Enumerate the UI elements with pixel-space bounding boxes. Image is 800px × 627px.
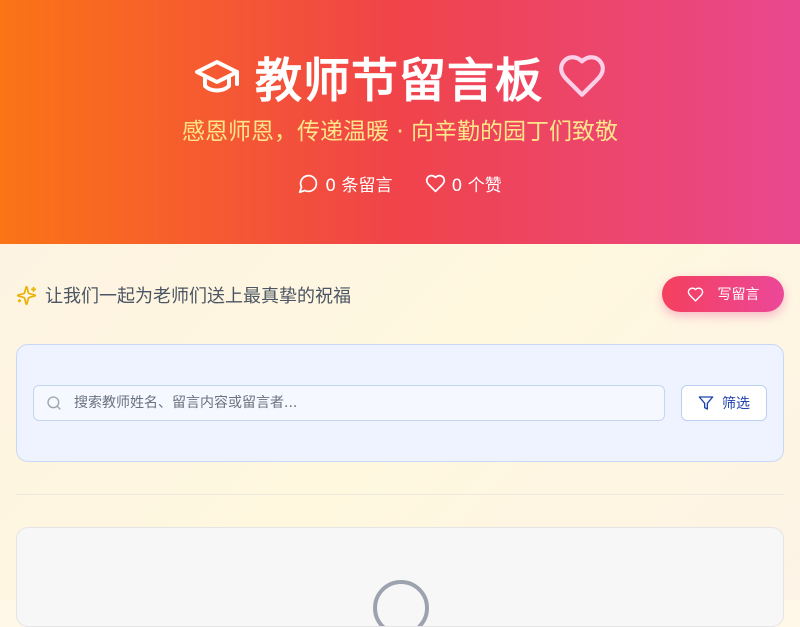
heart-icon bbox=[687, 286, 703, 302]
search-panel: 筛选 bbox=[16, 344, 784, 462]
write-message-button[interactable]: 写留言 bbox=[662, 276, 784, 312]
main-content: 让我们一起为老师们送上最真挚的祝福 写留言 筛选 bbox=[0, 244, 800, 627]
tagline-text: 让我们一起为老师们送上最真挚的祝福 bbox=[45, 286, 351, 307]
heart-icon bbox=[559, 55, 605, 97]
filter-label: 筛选 bbox=[722, 396, 750, 412]
heart-icon bbox=[425, 174, 445, 192]
stats-bar: 0 条留言 0 个赞 bbox=[0, 170, 800, 196]
message-count-label: 0 条留言 bbox=[325, 175, 393, 196]
hero-banner: 教师节留言板 感恩师恩，传递温暖 · 向辛勤的园丁们致敬 0 条留言 0 个赞 bbox=[0, 0, 800, 244]
page-subtitle: 感恩师恩，传递温暖 · 向辛勤的园丁们致敬 bbox=[182, 119, 618, 145]
search-field[interactable] bbox=[33, 385, 665, 421]
message-count: 0 条留言 bbox=[298, 171, 393, 196]
message-circle-icon bbox=[373, 580, 429, 626]
section-divider bbox=[16, 494, 784, 495]
message-circle-icon bbox=[299, 174, 318, 193]
filter-button[interactable]: 筛选 bbox=[681, 385, 767, 421]
sparkles-icon bbox=[16, 285, 37, 305]
message-list-empty-state bbox=[16, 527, 784, 627]
write-message-label: 写留言 bbox=[717, 287, 760, 303]
title-row: 教师节留言板 bbox=[0, 42, 800, 110]
like-count-label: 0 个赞 bbox=[451, 175, 502, 196]
like-count: 0 个赞 bbox=[425, 171, 502, 196]
graduation-cap-icon bbox=[195, 60, 239, 93]
page-title: 教师节留言板 bbox=[255, 53, 543, 109]
search-icon bbox=[47, 396, 61, 410]
filter-icon bbox=[698, 396, 714, 410]
search-input[interactable] bbox=[74, 395, 654, 411]
tagline: 让我们一起为老师们送上最真挚的祝福 bbox=[16, 283, 351, 307]
